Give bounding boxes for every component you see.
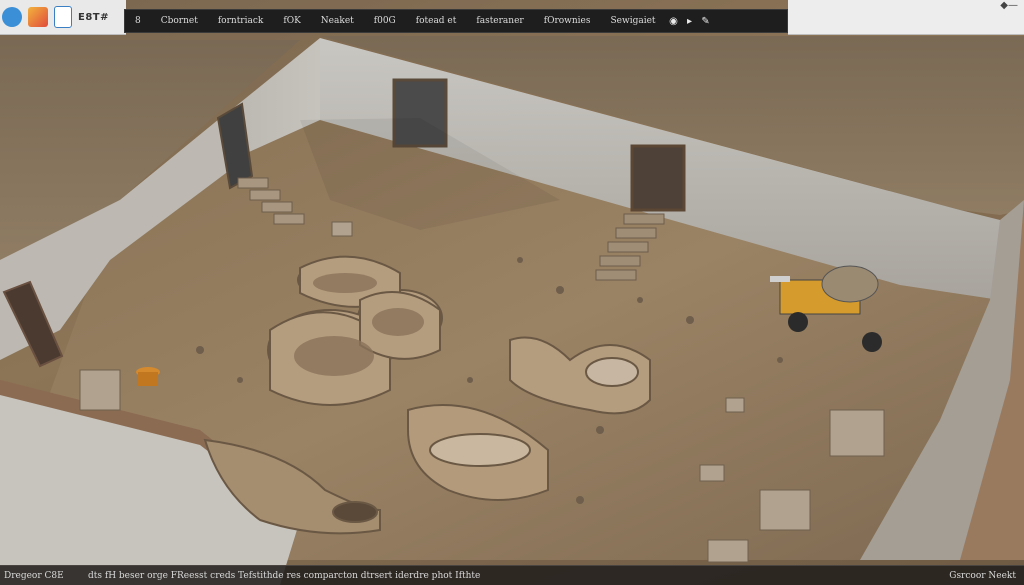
- toolbar-item-7[interactable]: fotead et: [406, 16, 467, 26]
- app-title: E8T#: [78, 11, 109, 23]
- eye-icon[interactable]: ◉: [666, 16, 682, 27]
- toolbar-item-1[interactable]: 8: [125, 16, 151, 26]
- toolbar-item-6[interactable]: f00G: [364, 16, 406, 26]
- pen-icon[interactable]: ✎: [698, 16, 714, 27]
- status-right: Gsrcoor Neekt: [949, 570, 1016, 581]
- toolbar-item-3[interactable]: forntriack: [208, 16, 274, 26]
- toolbar-item-9[interactable]: fOrownies: [534, 16, 601, 26]
- toolbar-item-5[interactable]: Neaket: [311, 16, 364, 26]
- status-bar: Dregeor C8E dts fH beser orge FReesst cr…: [0, 565, 1024, 585]
- document-icon[interactable]: [54, 6, 72, 28]
- toolbar-item-4[interactable]: fOK: [273, 16, 310, 26]
- toolbar-item-8[interactable]: fasteraner: [466, 16, 533, 26]
- 3d-viewport[interactable]: [0, 0, 1024, 585]
- status-message: dts fH beser orge FReesst creds Tefstith…: [88, 570, 481, 581]
- app-icon-strip: E8T#: [0, 0, 126, 35]
- top-right-strip: ◆—: [788, 0, 1024, 35]
- scene-render: [0, 36, 1024, 585]
- folder-icon[interactable]: [28, 7, 48, 27]
- toolbar-item-10[interactable]: Sewigaiet: [601, 16, 666, 26]
- window-controls-icon[interactable]: ◆—: [1000, 0, 1018, 11]
- status-left: Dregeor C8E: [4, 570, 64, 581]
- toolbar-item-2[interactable]: Cbornet: [151, 16, 208, 26]
- main-toolbar: 8 Cbornet forntriack fOK Neaket f00G fot…: [124, 9, 788, 33]
- orange-bucket: [136, 367, 160, 386]
- play-icon[interactable]: ▸: [682, 16, 698, 27]
- cloud-icon[interactable]: [2, 7, 22, 27]
- door-back-2: [630, 144, 686, 212]
